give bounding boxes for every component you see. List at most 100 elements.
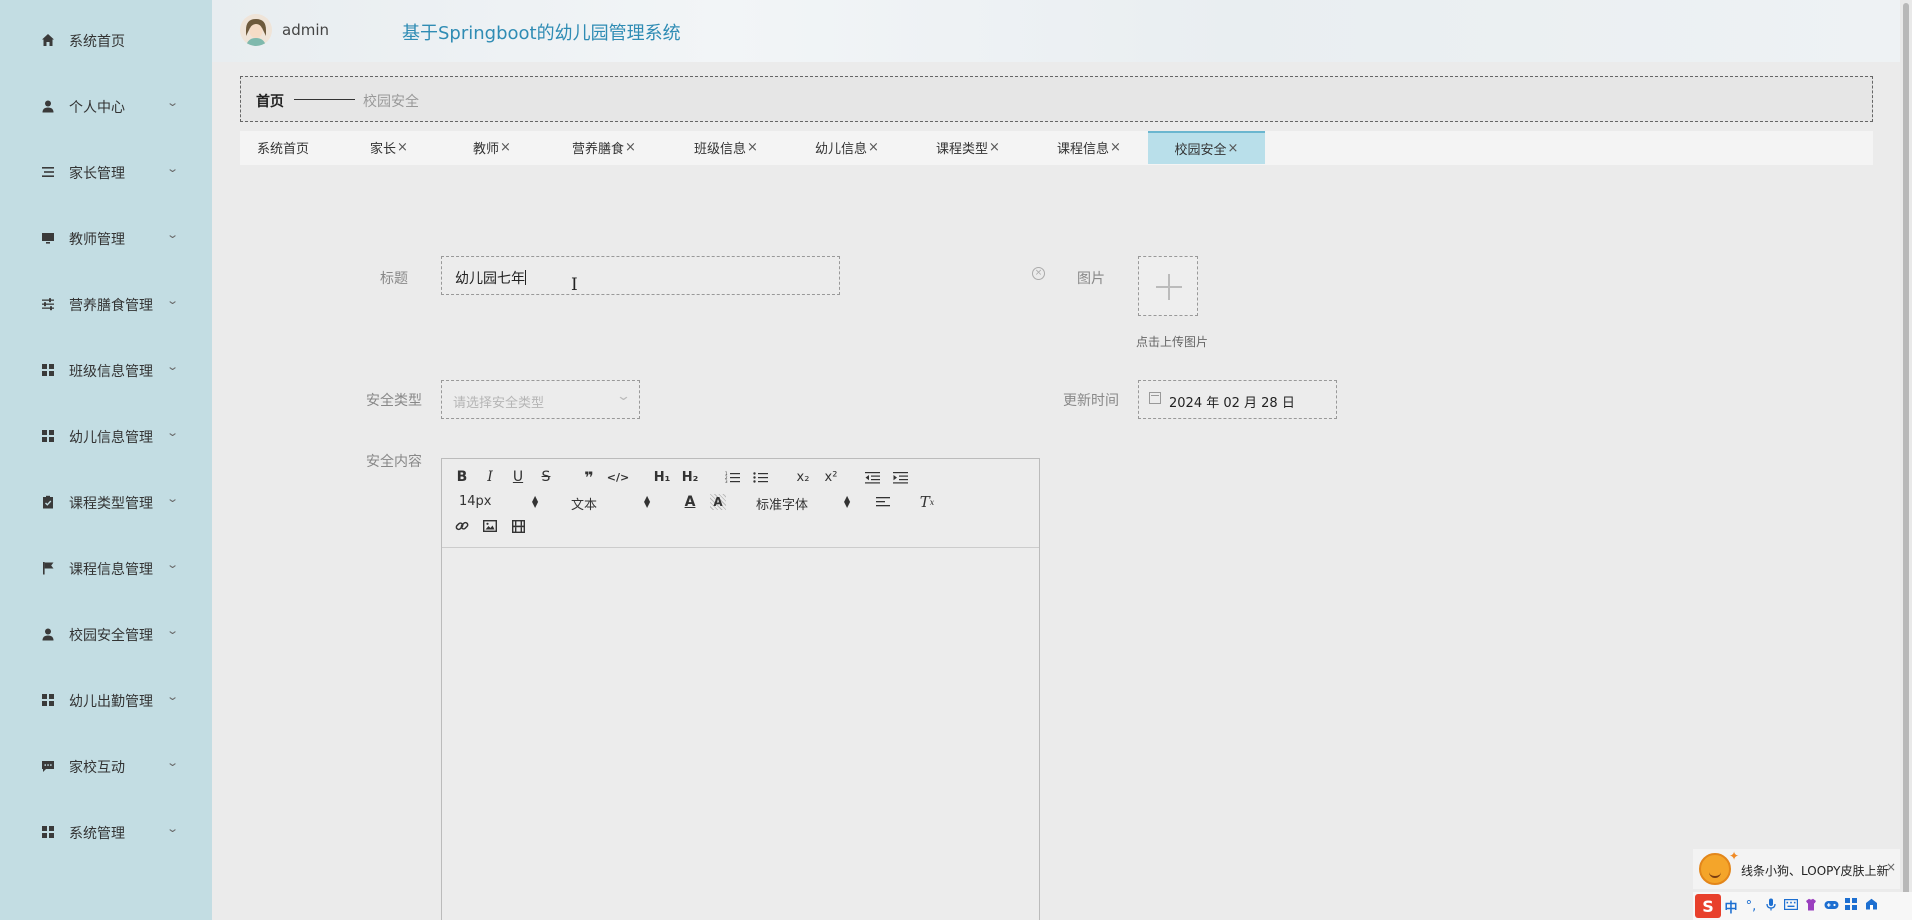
chevron-down-icon: ⌄	[166, 822, 180, 835]
sidebar-item-personal-center[interactable]: 个人中心 ⌄	[0, 86, 212, 126]
link-icon[interactable]	[454, 518, 470, 534]
sidebar-item-system-management[interactable]: 系统管理 ⌄	[0, 812, 212, 852]
sidebar-item-home-school-interaction[interactable]: 家校互动 ⌄	[0, 746, 212, 786]
tab-system-home[interactable]: 系统首页	[253, 131, 313, 164]
ordered-list-icon[interactable]: 123	[724, 469, 740, 485]
tab-teacher[interactable]: 教师 ×	[467, 131, 517, 164]
sidebar-item-course-type-management[interactable]: 课程类型管理 ⌄	[0, 482, 212, 522]
close-icon[interactable]: ×	[1886, 860, 1896, 874]
tab-class-info[interactable]: 班级信息 ×	[688, 131, 764, 164]
indent-icon[interactable]	[892, 469, 908, 485]
image-upload-button[interactable]	[1138, 256, 1198, 316]
skin-icon[interactable]	[1801, 898, 1821, 915]
sidebar-item-child-management[interactable]: 幼儿信息管理 ⌄	[0, 416, 212, 456]
tab-label: 家长	[370, 142, 397, 157]
image-icon[interactable]	[482, 518, 498, 534]
sidebar-item-teacher-management[interactable]: 教师管理 ⌄	[0, 218, 212, 258]
heading-2-icon[interactable]: H₂	[680, 469, 700, 485]
chevron-down-icon: ⌄	[166, 690, 180, 703]
breadcrumb-current: 校园安全	[363, 94, 419, 110]
font-color-icon[interactable]: A	[682, 494, 698, 510]
top-header: admin 基于Springboot的幼儿园管理系统	[212, 0, 1912, 62]
sort-icon: ▲ ▼	[532, 494, 539, 509]
font-size-value: 14px	[459, 494, 492, 509]
underline-icon[interactable]: U	[510, 469, 526, 485]
close-icon[interactable]: ×	[1228, 141, 1239, 156]
toolbox-icon[interactable]	[1861, 898, 1881, 914]
update-time-date-picker[interactable]: 2024 年 02 月 28 日	[1138, 380, 1337, 419]
close-icon[interactable]: ×	[747, 140, 758, 155]
code-block-icon[interactable]: </>	[607, 469, 629, 485]
tab-child-info[interactable]: 幼儿信息 ×	[809, 131, 885, 164]
superscript-icon[interactable]: x²	[822, 469, 840, 485]
punctuation-icon[interactable]: °,	[1741, 899, 1761, 914]
close-icon[interactable]: ×	[989, 140, 1000, 155]
strikethrough-icon[interactable]: S	[538, 469, 554, 485]
bullet-list-icon[interactable]	[752, 469, 768, 485]
tab-campus-safety[interactable]: 校园安全 ×	[1148, 131, 1265, 164]
subscript-icon[interactable]: x₂	[794, 469, 812, 485]
outdent-icon[interactable]	[864, 469, 880, 485]
sidebar-item-label: 课程信息管理	[69, 562, 153, 578]
tab-nutrition[interactable]: 营养膳食 ×	[566, 131, 642, 164]
block-format-select[interactable]: 文本 ▲ ▼	[571, 494, 655, 514]
keyboard-icon[interactable]	[1781, 898, 1801, 914]
sidebar-item-class-management[interactable]: 班级信息管理 ⌄	[0, 350, 212, 390]
italic-icon[interactable]: I	[482, 469, 498, 485]
heading-1-icon[interactable]: H₁	[652, 469, 672, 485]
background-color-icon[interactable]: A	[710, 494, 726, 510]
clipboard-icon	[40, 494, 56, 510]
tab-course-type[interactable]: 课程类型 ×	[930, 131, 1006, 164]
ime-mode-toggle[interactable]: 中	[1721, 897, 1741, 916]
sidebar-item-attendance-management[interactable]: 幼儿出勤管理 ⌄	[0, 680, 212, 720]
safety-type-select[interactable]: 请选择安全类型 ⌄	[441, 380, 640, 419]
font-size-select[interactable]: 14px ▲ ▼	[459, 494, 543, 510]
font-family-select[interactable]: 标准字体 ▲ ▼	[756, 494, 854, 514]
sidebar-item-campus-safety-management[interactable]: 校园安全管理 ⌄	[0, 614, 212, 654]
sort-icon: ▲ ▼	[644, 494, 651, 509]
avatar[interactable]	[240, 14, 272, 46]
clear-format-icon[interactable]: Tx	[918, 493, 936, 511]
close-icon[interactable]: ×	[1110, 140, 1121, 155]
page-scrollbar[interactable]	[1900, 0, 1912, 920]
flag-icon	[40, 560, 56, 576]
upload-hint: 点击上传图片	[1136, 335, 1209, 349]
ime-notification[interactable]: ✦ 线条小狗、LOOPY皮肤上新 ×	[1693, 849, 1900, 889]
bold-icon[interactable]: B	[454, 469, 470, 485]
gamepad-icon[interactable]	[1821, 899, 1841, 914]
sidebar-item-parent-management[interactable]: 家长管理 ⌄	[0, 152, 212, 192]
tab-parent[interactable]: 家长 ×	[364, 131, 414, 164]
ime-logo-icon[interactable]: S	[1695, 894, 1721, 918]
sidebar-item-nutrition-management[interactable]: 营养膳食管理 ⌄	[0, 284, 212, 324]
tab-label: 系统首页	[256, 142, 309, 157]
sidebar-item-label: 幼儿出勤管理	[69, 694, 153, 710]
tab-bar: 系统首页 家长 × 教师 × 营养膳食 × 班级信息 × 幼儿信息 × 课程类型 × 课程信…	[240, 131, 1873, 165]
microphone-icon[interactable]	[1761, 898, 1781, 915]
update-time-label: 更新时间	[1063, 393, 1119, 409]
editor-content-area[interactable]	[442, 549, 1039, 920]
video-icon[interactable]	[510, 518, 526, 534]
align-icon[interactable]	[875, 494, 891, 510]
chevron-down-icon: ⌄	[615, 389, 632, 404]
close-icon[interactable]: ×	[868, 140, 879, 155]
username[interactable]: admin	[282, 21, 329, 39]
title-input[interactable]: 幼儿园七年	[441, 256, 840, 295]
close-icon[interactable]: ×	[500, 140, 511, 155]
scrollbar-thumb[interactable]	[1903, 3, 1909, 908]
system-title: 基于Springboot的幼儿园管理系统	[402, 23, 681, 44]
grid-icon	[40, 824, 56, 840]
tab-course-info[interactable]: 课程信息 ×	[1051, 131, 1127, 164]
blockquote-icon[interactable]: ❞	[581, 468, 597, 487]
clear-icon[interactable]: ×	[1032, 267, 1045, 280]
editor-toolbar: B I U S ❞ </> H₁ H₂ 123 x₂ x² 14px ▲ ▼ 文本…	[442, 459, 1039, 548]
breadcrumb-home[interactable]: 首页	[256, 91, 284, 111]
home-icon	[40, 32, 56, 48]
sidebar-item-home[interactable]: 系统首页	[0, 20, 212, 60]
apps-grid-icon[interactable]	[1841, 898, 1861, 914]
sun-mascot-icon	[1699, 853, 1731, 885]
font-family-value: 标准字体	[756, 498, 809, 513]
close-icon[interactable]: ×	[625, 140, 636, 155]
sidebar-item-course-info-management[interactable]: 课程信息管理 ⌄	[0, 548, 212, 588]
ime-notice-text: 线条小狗、LOOPY皮肤上新	[1741, 864, 1889, 878]
close-icon[interactable]: ×	[397, 140, 408, 155]
